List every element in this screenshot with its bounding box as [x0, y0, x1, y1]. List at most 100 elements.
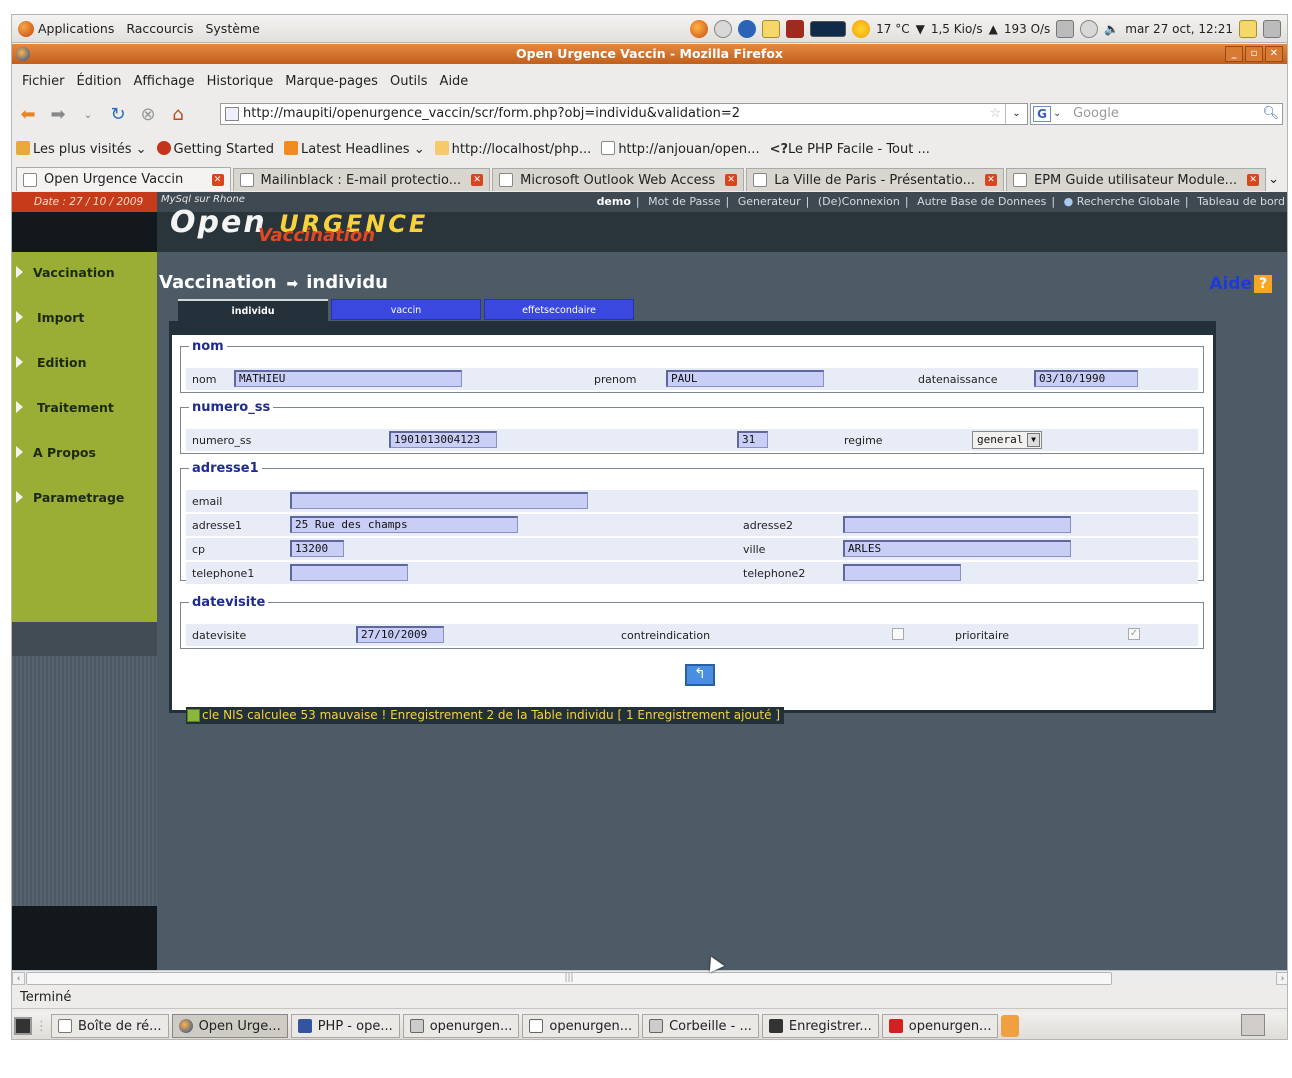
menu-affichage[interactable]: Affichage	[127, 74, 200, 89]
evolution-launcher-icon[interactable]	[714, 19, 733, 38]
help-launcher-icon[interactable]	[738, 19, 757, 38]
text-editor-launcher-icon[interactable]	[762, 19, 781, 38]
tab-mailinblack[interactable]: Mailinblack : E-mail protectio... ✕	[232, 168, 491, 191]
adresse1-input[interactable]: 25 Rue des champs	[290, 516, 518, 533]
search-bar[interactable]: G ⌄ Google 🔍︎	[1030, 103, 1283, 125]
search-magnifier-icon[interactable]: 🔍︎	[1262, 104, 1279, 124]
raccourcis-menu[interactable]: Raccourcis	[120, 21, 199, 36]
scroll-right-icon[interactable]: ›	[1276, 972, 1287, 985]
bookmark-localhost-php[interactable]: http://localhost/php...	[434, 141, 591, 157]
email-input[interactable]	[290, 492, 588, 509]
sidebar-item-edition[interactable]: Edition	[12, 342, 157, 382]
bookmark-php-facile[interactable]: <?Le PHP Facile - Tout ...	[770, 142, 930, 157]
contreindication-checkbox[interactable]	[892, 628, 904, 640]
prioritaire-checkbox[interactable]: ✓	[1128, 628, 1140, 640]
adresse2-input[interactable]	[843, 516, 1071, 533]
trash-applet-icon[interactable]	[1001, 1015, 1020, 1037]
weather-temperature[interactable]: 17 °C	[876, 22, 909, 36]
taskbar-item[interactable]: openurgen...	[402, 1014, 520, 1038]
engine-dropdown-icon[interactable]: ⌄	[1053, 104, 1061, 124]
workspace-switcher[interactable]	[1241, 1014, 1265, 1036]
taskbar-item[interactable]: PHP - ope...	[290, 1014, 400, 1038]
link-autre-base[interactable]: Autre Base de Donnees	[917, 195, 1046, 208]
telephone1-input[interactable]	[290, 564, 408, 581]
shutdown-icon[interactable]	[1263, 19, 1281, 38]
firefox-window-icon[interactable]	[16, 47, 30, 61]
link-tableau-de-bord[interactable]: Tableau de bord	[1197, 195, 1285, 208]
link-mot-de-passe[interactable]: Mot de Passe	[648, 195, 720, 208]
close-tab-icon[interactable]: ✕	[1247, 174, 1260, 186]
menu-edition[interactable]: Édition	[71, 74, 128, 89]
bookmark-getting-started[interactable]: Getting Started	[156, 141, 274, 157]
tab-open-urgence-vaccin[interactable]: Open Urgence Vaccin ✕	[16, 167, 231, 191]
close-tab-icon[interactable]: ✕	[211, 173, 224, 186]
taskbar-item[interactable]: openurgen...	[522, 1014, 640, 1038]
history-dropdown-icon[interactable]: ⌄	[76, 103, 100, 125]
cp-input[interactable]: 13200	[290, 540, 344, 557]
taskbar-item[interactable]: Corbeille - ...	[642, 1014, 759, 1038]
link-generateur[interactable]: Generateur	[738, 195, 801, 208]
cle-ss-input[interactable]: 31	[737, 431, 768, 448]
close-tab-icon[interactable]: ✕	[725, 174, 738, 186]
bookmark-star-icon[interactable]: ☆	[989, 104, 1001, 124]
datenaissance-input[interactable]: 03/10/1990	[1034, 370, 1138, 387]
volume-icon[interactable]: 🔈	[1104, 22, 1119, 36]
system-monitor-icon[interactable]	[810, 20, 847, 37]
home-icon[interactable]: ⌂	[166, 103, 190, 125]
update-notifier-icon[interactable]	[1239, 19, 1257, 38]
tab-ville-de-paris[interactable]: La Ville de Paris - Présentatio... ✕	[746, 168, 1004, 191]
prenom-input[interactable]: PAUL	[666, 370, 824, 387]
sidebar-item-a-propos[interactable]: A Propos	[12, 432, 157, 472]
menu-fichier[interactable]: Fichier	[16, 74, 71, 89]
bookmark-les-plus-visites[interactable]: Les plus visités ⌄	[16, 141, 147, 157]
sidebar-item-import[interactable]: Import	[12, 297, 157, 337]
link-deconnexion[interactable]: (De)Connexion	[818, 195, 900, 208]
systeme-menu[interactable]: Système	[199, 21, 265, 36]
tab-epm-guide[interactable]: EPM Guide utilisateur Module... ✕	[1005, 168, 1267, 191]
panel-clock[interactable]: mar 27 oct, 12:21	[1125, 22, 1233, 36]
window-title-bar[interactable]: Open Urgence Vaccin - Mozilla Firefox _ …	[12, 44, 1287, 64]
taskbar-item[interactable]: Enregistrer...	[761, 1014, 879, 1038]
stop-icon[interactable]: ⊗	[136, 103, 160, 125]
sidebar-item-traitement[interactable]: Traitement	[12, 387, 157, 427]
show-desktop-icon[interactable]	[14, 1017, 32, 1035]
taskbar-item[interactable]: openurgen...	[881, 1014, 999, 1038]
tab-effetsecondaire[interactable]: effetsecondaire	[484, 299, 634, 320]
horizontal-scrollbar[interactable]: ‹ ||| ›	[12, 970, 1287, 986]
url-bar[interactable]: http://maupiti/openurgence_vaccin/scr/fo…	[220, 103, 1028, 125]
tab-outlook-web-access[interactable]: Microsoft Outlook Web Access ✕	[492, 168, 745, 191]
menu-marque-pages[interactable]: Marque-pages	[279, 74, 384, 89]
close-tab-icon[interactable]: ✕	[984, 174, 997, 186]
menu-outils[interactable]: Outils	[384, 74, 434, 89]
bookmark-anjouan[interactable]: http://anjouan/open...	[601, 141, 760, 157]
close-window-button[interactable]: ✕	[1265, 46, 1283, 62]
datevisite-input[interactable]: 27/10/2009	[356, 626, 444, 643]
network-manager-icon[interactable]	[1056, 19, 1075, 38]
aide-link[interactable]: Aide?	[1209, 274, 1272, 294]
tab-individu[interactable]: individu	[178, 299, 328, 321]
site-identity-icon[interactable]	[225, 107, 239, 121]
power-icon[interactable]	[1080, 19, 1099, 38]
applications-menu[interactable]: Applications	[12, 20, 120, 37]
ville-input[interactable]: ARLES	[843, 540, 1071, 557]
tab-vaccin[interactable]: vaccin	[331, 299, 481, 320]
google-engine-icon[interactable]: G	[1033, 106, 1051, 122]
regime-select[interactable]: general ▼	[972, 431, 1042, 449]
scroll-left-icon[interactable]: ‹	[12, 972, 25, 985]
bookmark-latest-headlines[interactable]: Latest Headlines ⌄	[284, 141, 425, 157]
scrollbar-thumb[interactable]: |||	[26, 972, 1112, 985]
numero-ss-input[interactable]: 1901013004123	[389, 431, 497, 448]
select-arrow-icon[interactable]: ▼	[1027, 433, 1040, 447]
taskbar-item[interactable]: Boîte de ré...	[51, 1014, 169, 1038]
forward-arrow-icon[interactable]: ➡	[46, 103, 70, 125]
return-button[interactable]: ↰	[685, 664, 715, 686]
nom-input[interactable]: MATHIEU	[234, 370, 462, 387]
sidebar-item-vaccination[interactable]: Vaccination	[12, 252, 157, 292]
link-recherche-globale[interactable]: Recherche Globale	[1077, 195, 1180, 208]
maximize-button[interactable]: ▫	[1245, 46, 1263, 62]
menu-historique[interactable]: Historique	[201, 74, 280, 89]
telephone2-input[interactable]	[843, 564, 961, 581]
sidebar-item-parametrage[interactable]: Parametrage	[12, 477, 157, 517]
url-dropdown-icon[interactable]: ⌄	[1005, 104, 1027, 124]
minimize-button[interactable]: _	[1225, 46, 1243, 62]
